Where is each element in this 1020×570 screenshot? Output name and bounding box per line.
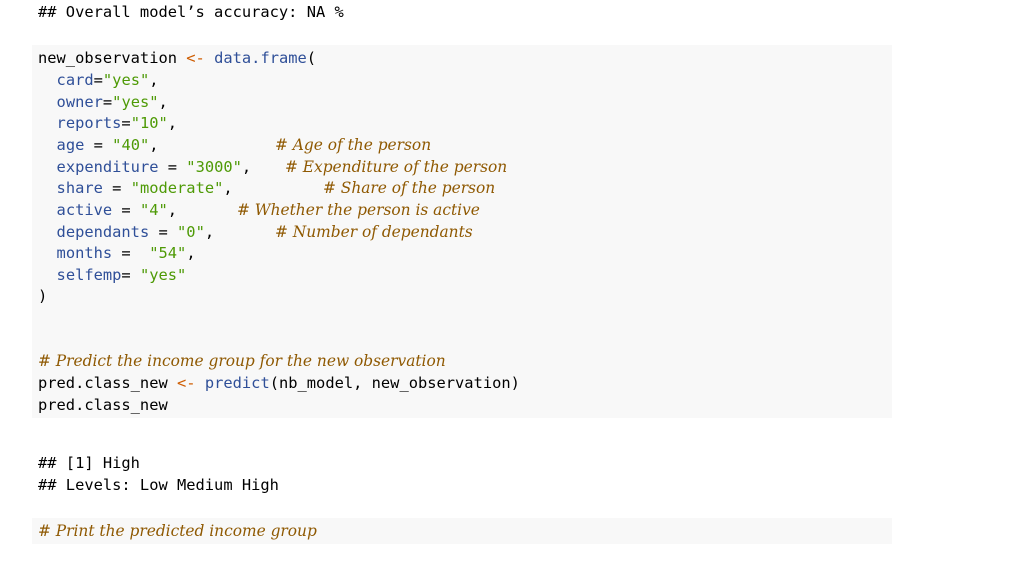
arg-value: "yes" [102,71,150,89]
arg-line-age: age = "40", [38,134,159,156]
open-paren: ( [306,49,317,67]
output-prediction-line: ## [1] High [38,454,140,472]
fn-predict: predict [204,374,270,392]
predict-args: (nb_model, new_observation) [269,374,520,392]
arg-name: owner [56,93,103,111]
comment-expenditure: # Expenditure of the person [285,158,508,176]
arg-comma: , [223,179,233,197]
arg-eq: = [102,179,131,197]
arg-line-card: card="yes", [38,69,159,91]
fn-data-frame: data.frame [214,49,307,67]
close-paren: ) [38,287,48,305]
arg-eq: = [149,223,178,241]
output-levels-line: ## Levels: Low Medium High [38,476,279,494]
arg-value: "0" [177,223,205,241]
arg-eq: = [84,136,113,154]
arg-name: age [56,136,85,154]
comment-print-predicted: # Print the predicted income group [38,522,317,540]
arg-eq: = [102,93,113,111]
arg-eq: = [158,158,187,176]
comment-share: # Share of the person [323,179,496,197]
arg-line-expenditure: expenditure = "3000", [38,156,252,178]
arg-value: "4" [139,201,168,219]
assign-operator: <- [177,374,196,392]
arg-eq: = [93,71,103,89]
arg-name: reports [56,114,122,132]
arg-name: active [56,201,113,219]
arg-name: expenditure [56,158,159,176]
arg-comma: , [167,114,178,132]
arg-value: "3000" [186,158,242,176]
arg-name: card [56,71,94,89]
arg-line-reports: reports="10", [38,112,178,134]
code-line-predict: pred.class_new <- predict(nb_model, new_… [38,372,520,394]
arg-value: "yes" [112,93,159,111]
arg-comma: , [167,201,178,219]
code-line-print: pred.class_new [38,396,168,414]
arg-value: "yes" [139,266,187,284]
code-line-assign: new_observation <- data.frame( [38,47,316,69]
output-accuracy-line: ## Overall model’s accuracy: NA % [38,3,344,21]
comment-predict: # Predict the income group for the new o… [38,352,446,370]
var-pred-class-new: pred.class_new [38,374,168,392]
arg-comma: , [186,244,196,262]
comment-dependants: # Number of dependants [275,223,473,241]
arg-line-dependants: dependants = "0", [38,221,215,243]
assign-operator: <- [186,49,205,67]
arg-name: months [56,244,113,262]
comment-active: # Whether the person is active [237,201,480,219]
code-block-prediction: new_observation <- data.frame( card="yes… [32,45,892,418]
arg-line-owner: owner="yes", [38,91,168,113]
arg-comma: , [158,93,168,111]
arg-comma: , [241,158,252,176]
arg-value: "10" [130,114,168,132]
arg-line-selfemp: selfemp= "yes" [38,264,187,286]
arg-line-active: active = "4", [38,199,178,221]
arg-value: "40" [112,136,150,154]
arg-value: "moderate" [130,179,224,197]
arg-name: share [56,179,103,197]
arg-eq: = [112,244,150,262]
comment-age: # Age of the person [275,136,432,154]
arg-eq: = [121,266,140,284]
arg-comma: , [204,223,215,241]
code-block-print: # Print the predicted income group [32,518,892,544]
arg-line-months: months = "54", [38,242,196,264]
arg-comma: , [149,136,159,154]
var-new-observation: new_observation [38,49,177,67]
arg-comma: , [149,71,159,89]
arg-eq: = [121,114,131,132]
arg-line-share: share = "moderate", [38,177,233,199]
arg-eq: = [112,201,140,219]
arg-name: selfemp [56,266,122,284]
arg-value: "54" [149,244,187,262]
arg-name: dependants [56,223,150,241]
